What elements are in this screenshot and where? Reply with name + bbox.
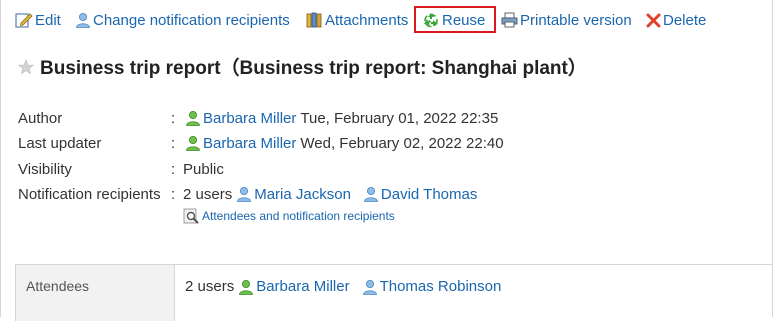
user-icon — [76, 13, 90, 28]
attendees-label-cell: Attendees — [16, 265, 175, 321]
user-icon — [364, 187, 378, 202]
title-row: Business trip report（Business trip repor… — [18, 53, 587, 80]
change-recipients-label: Change notification recipients — [93, 11, 290, 29]
edit-icon — [15, 13, 33, 28]
notification-recipients-value: 2 users Maria Jackson David Thomas — [183, 186, 479, 203]
attendees-table: Attendees 2 users Barbara Miller Thomas … — [15, 264, 773, 321]
attendees-value: 2 users Barbara Miller Thomas Robinson — [185, 278, 503, 295]
author-date: Tue, February 01, 2022 22:35 — [300, 109, 499, 127]
attendee-name: Barbara Miller — [256, 278, 350, 295]
magnifier-icon — [183, 208, 199, 224]
updater-user-link[interactable]: Barbara Miller — [185, 135, 296, 152]
last-updater-value: Barbara Miller Wed, February 02, 2022 22… — [185, 135, 504, 152]
attachments-button[interactable]: Attachments — [306, 8, 408, 32]
recipient-user-link[interactable]: Maria Jackson — [236, 186, 351, 203]
last-updater-label: Last updater — [18, 134, 102, 152]
user-icon — [186, 136, 200, 151]
attendee-user-link[interactable]: Barbara Miller — [238, 278, 350, 295]
author-label: Author — [18, 109, 63, 127]
updater-name: Barbara Miller — [203, 134, 297, 152]
attachments-label: Attachments — [325, 11, 409, 29]
user-icon — [237, 187, 252, 202]
user-icon — [239, 279, 254, 295]
attendees-and-recipients-label: Attendees and notification recipients — [202, 209, 395, 223]
change-recipients-button[interactable]: Change notification recipients — [75, 8, 290, 32]
delete-x-icon — [646, 13, 661, 27]
colon: : — [171, 185, 176, 203]
recipient-name: Maria Jackson — [254, 185, 351, 203]
author-user-link[interactable]: Barbara Miller — [185, 110, 296, 127]
colon: : — [171, 134, 176, 152]
reuse-highlight-box — [414, 6, 496, 33]
attendees-and-recipients-link[interactable]: Attendees and notification recipients — [183, 208, 395, 224]
user-icon — [186, 111, 200, 126]
page-title: Business trip report（Business trip repor… — [40, 58, 587, 79]
attendees-label: Attendees — [26, 278, 90, 294]
star-icon[interactable] — [18, 58, 34, 75]
visibility-label: Visibility — [18, 160, 72, 178]
author-value: Barbara Miller Tue, February 01, 2022 22… — [185, 110, 498, 127]
delete-label: Delete — [663, 11, 707, 29]
recipient-name: David Thomas — [380, 185, 478, 203]
attendees-count: 2 users — [185, 278, 235, 295]
attendee-name: Thomas Robinson — [379, 278, 502, 295]
user-icon — [362, 279, 377, 295]
edit-label: Edit — [35, 11, 61, 29]
visibility-value: Public — [183, 160, 224, 178]
printable-version-label: Printable version — [520, 11, 632, 29]
notification-recipients-label: Notification recipients — [18, 185, 161, 203]
attendee-user-link[interactable]: Thomas Robinson — [362, 278, 502, 295]
recipients-count: 2 users — [183, 185, 233, 203]
colon: : — [171, 160, 176, 178]
author-name: Barbara Miller — [203, 109, 297, 127]
printable-version-button[interactable]: Printable version — [501, 8, 632, 32]
updater-date: Wed, February 02, 2022 22:40 — [300, 134, 504, 152]
colon: : — [171, 109, 176, 127]
edit-button[interactable]: Edit — [15, 8, 61, 32]
delete-button[interactable]: Delete — [646, 8, 706, 32]
books-icon — [306, 12, 322, 28]
printer-icon — [501, 12, 518, 28]
recipient-user-link[interactable]: David Thomas — [363, 186, 477, 203]
